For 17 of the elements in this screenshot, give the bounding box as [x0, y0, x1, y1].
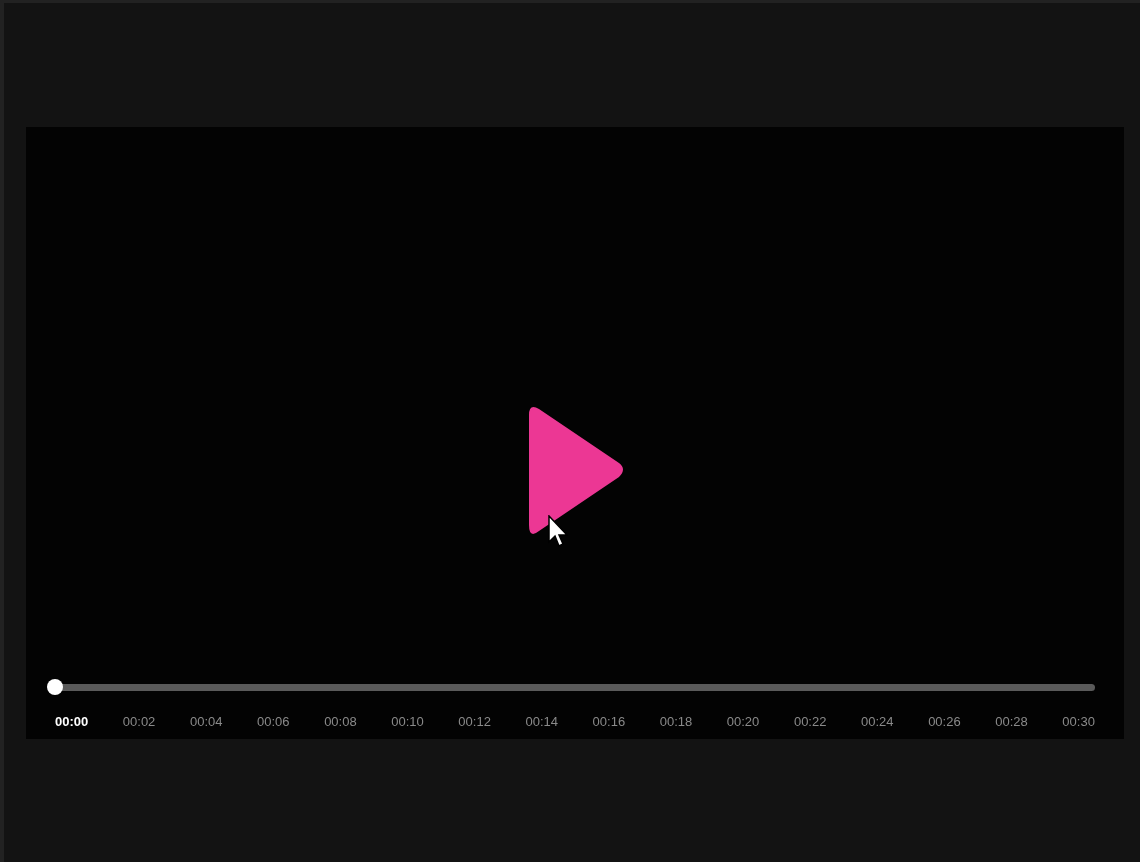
time-label: 00:18 [659, 713, 693, 731]
time-label: 00:12 [458, 713, 491, 731]
time-label: 00:26 [928, 713, 961, 731]
time-label: 00:14 [525, 713, 558, 731]
time-label: 00:06 [257, 713, 290, 731]
time-label: 00:08 [324, 713, 357, 731]
time-label: 00:02 [122, 713, 156, 731]
time-label: 00:30 [1062, 713, 1095, 731]
time-label: 00:24 [861, 713, 894, 731]
time-label: 00:22 [793, 713, 827, 731]
time-label: 00:20 [726, 713, 760, 731]
time-label: 00:00 [55, 713, 89, 731]
time-label: 00:04 [189, 713, 223, 731]
time-label: 00:10 [391, 713, 424, 731]
time-label: 00:16 [592, 713, 626, 731]
progress-thumb[interactable] [47, 679, 63, 695]
time-label: 00:28 [995, 713, 1028, 731]
